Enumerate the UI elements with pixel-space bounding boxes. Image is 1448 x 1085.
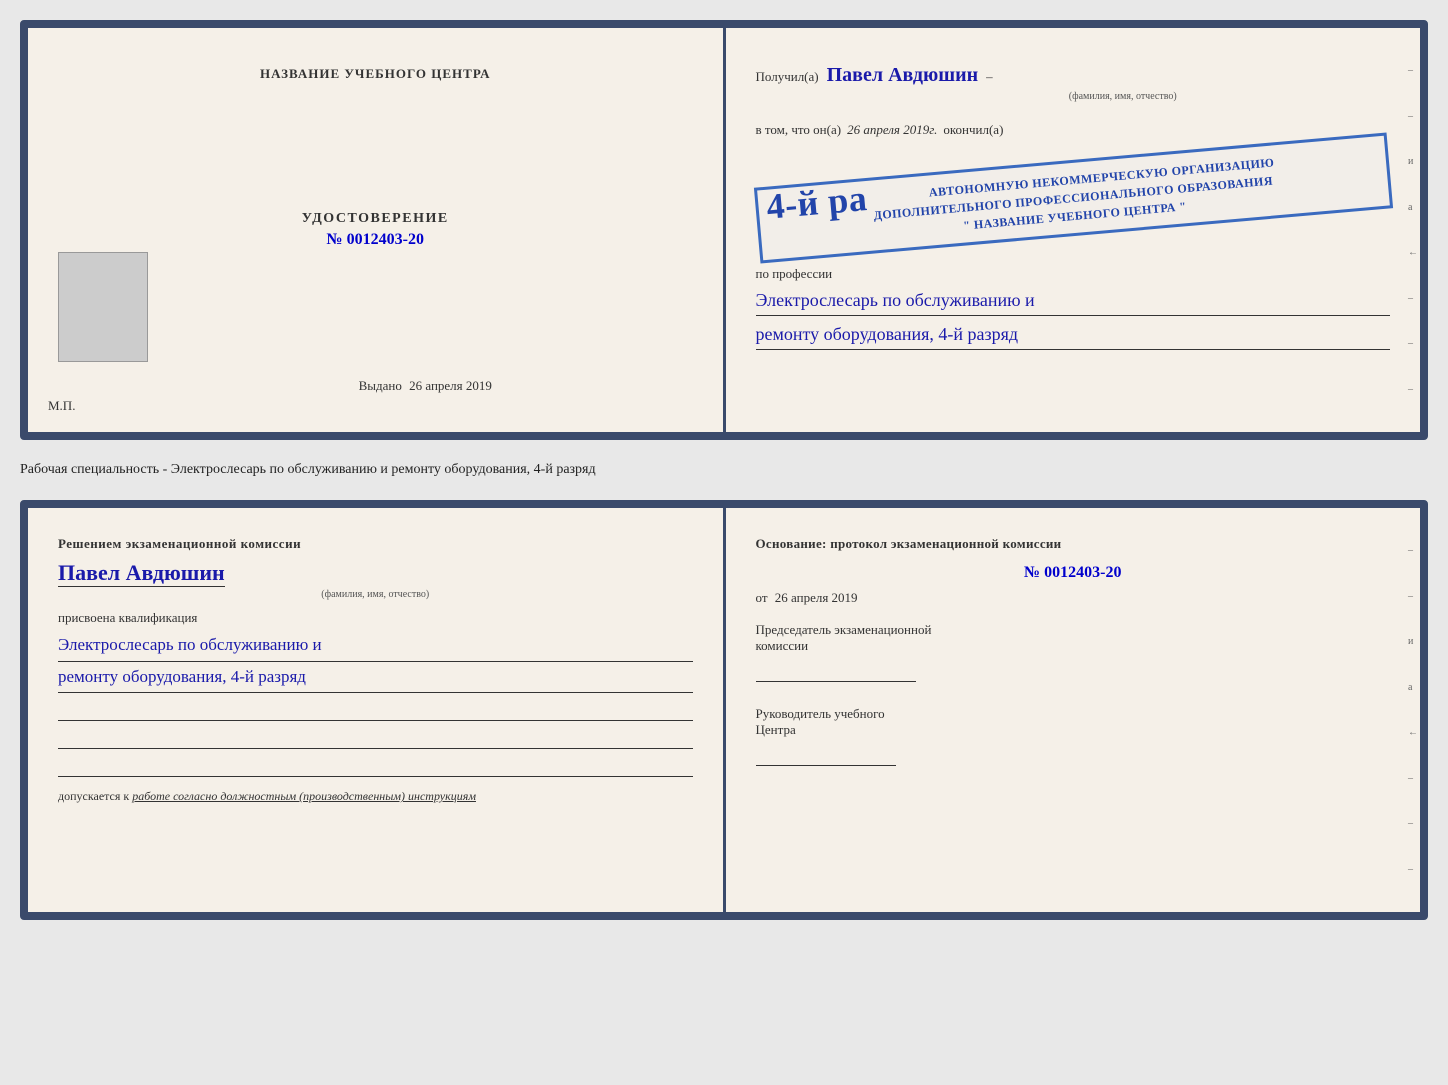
top-center-title: НАЗВАНИЕ УЧЕБНОГО ЦЕНТРА <box>260 66 491 82</box>
name-block-bottom: Павел Авдюшин (фамилия, имя, отчество) <box>58 560 693 600</box>
profession-block: по профессии Электрослесарь по обслужива… <box>756 266 1391 350</box>
vtom-line: в том, что он(а) 26 апреля 2019г. окончи… <box>756 122 1391 138</box>
sig-line-1 <box>58 705 693 721</box>
udostoverenie-block: УДОСТОВЕРЕНИЕ № 0012403-20 <box>302 211 449 249</box>
fio-small-bottom: (фамилия, имя, отчество) <box>58 589 693 600</box>
udostoverenie-label: УДОСТОВЕРЕНИЕ <box>302 211 449 227</box>
qualification-line2: ремонту оборудования, 4-й разряд <box>58 662 693 694</box>
side-marks-top: – – и а ← – – – <box>1408 48 1418 412</box>
poluchil-line: Получил(а) Павел Авдюшин – <box>756 64 1391 87</box>
separator-text: Рабочая специальность - Электрослесарь п… <box>20 456 1428 484</box>
rukovoditel-line1: Руководитель учебного <box>756 706 1391 722</box>
ot-date: 26 апреля 2019 <box>775 590 858 605</box>
vtom-date: 26 апреля 2019г. <box>847 122 937 138</box>
fio-small-top: (фамилия, имя, отчество) <box>856 91 1391 102</box>
top-document: НАЗВАНИЕ УЧЕБНОГО ЦЕНТРА УДОСТОВЕРЕНИЕ №… <box>20 20 1428 440</box>
predsedatel-sig-line <box>756 666 916 682</box>
bottom-document: Решением экзаменационной комиссии Павел … <box>20 500 1428 920</box>
predsedatel-line2: комиссии <box>756 638 1391 654</box>
ot-label: от <box>756 590 768 605</box>
predsedatel-line1: Председатель экзаменационной <box>756 622 1391 638</box>
photo-placeholder <box>58 252 148 362</box>
page-wrapper: НАЗВАНИЕ УЧЕБНОГО ЦЕНТРА УДОСТОВЕРЕНИЕ №… <box>20 20 1428 920</box>
po-professii-label: по профессии <box>756 266 833 281</box>
sig-line-2 <box>58 733 693 749</box>
poluchil-label: Получил(а) <box>756 69 819 85</box>
rukovoditel-block: Руководитель учебного Центра <box>756 706 1391 766</box>
recipient-name: Павел Авдюшин <box>827 64 979 87</box>
qualification-line1: Электрослесарь по обслуживанию и <box>58 630 693 662</box>
predsedatel-block: Председатель экзаменационной комиссии <box>756 622 1391 682</box>
vydano-date: 26 апреля 2019 <box>409 378 492 393</box>
profession-line1: Электрослесарь по обслуживанию и <box>756 286 1391 316</box>
reshenie-title: Решением экзаменационной комиссии <box>58 536 693 552</box>
top-document-wrapper: НАЗВАНИЕ УЧЕБНОГО ЦЕНТРА УДОСТОВЕРЕНИЕ №… <box>20 20 1428 440</box>
vydano-line: Выдано 26 апреля 2019 <box>359 378 492 394</box>
osnovanie-title: Основание: протокол экзаменационной коми… <box>756 536 1391 552</box>
bottom-doc-right: Основание: протокол экзаменационной коми… <box>726 508 1421 912</box>
bottom-document-wrapper: Решением экзаменационной комиссии Павел … <box>20 500 1428 920</box>
rank-label: 4-й ра <box>764 171 869 234</box>
qualification-block: Электрослесарь по обслуживанию и ремонту… <box>58 630 693 693</box>
top-doc-right: Получил(а) Павел Авдюшин – (фамилия, имя… <box>726 28 1421 432</box>
dopuskaetsya-label: допускается к <box>58 789 129 803</box>
udostoverenie-number: № 0012403-20 <box>302 231 449 249</box>
ot-line: от 26 апреля 2019 <box>756 590 1391 606</box>
top-doc-left: НАЗВАНИЕ УЧЕБНОГО ЦЕНТРА УДОСТОВЕРЕНИЕ №… <box>28 28 726 432</box>
mp-label: М.П. <box>48 398 75 414</box>
profession-line2: ремонту оборудования, 4-й разряд <box>756 320 1391 350</box>
stamp-wrapper: 4-й ра АВТОНОМНУЮ НЕКОММЕРЧЕСКУЮ ОРГАНИЗ… <box>756 156 1391 240</box>
protocol-number: № 0012403-20 <box>756 564 1391 582</box>
signature-lines <box>58 705 693 777</box>
bottom-doc-left: Решением экзаменационной комиссии Павел … <box>28 508 726 912</box>
side-marks-bottom: – – и а ← – – – <box>1408 528 1418 892</box>
bottom-name: Павел Авдюшин <box>58 560 225 587</box>
dopuskaetsya-italic: работе согласно должностным (производств… <box>132 789 476 803</box>
prisvoena-label: присвоена квалификация <box>58 610 693 626</box>
stamp-block: 4-й ра АВТОНОМНУЮ НЕКОММЕРЧЕСКУЮ ОРГАНИЗ… <box>753 132 1392 263</box>
sig-line-3 <box>58 761 693 777</box>
okonchil-label: окончил(а) <box>943 122 1003 138</box>
vtom-label: в том, что он(а) <box>756 122 842 138</box>
rukovoditel-line2: Центра <box>756 722 1391 738</box>
rukovoditel-sig-line <box>756 750 896 766</box>
dopuskaetsya-block: допускается к работе согласно должностны… <box>58 789 693 804</box>
vydano-label: Выдано <box>359 378 402 393</box>
